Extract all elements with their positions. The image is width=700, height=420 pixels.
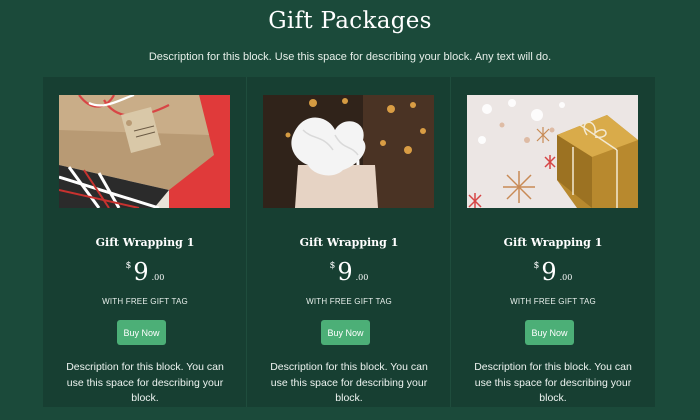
pricing-cards: Gift Wrapping 1 $9.00 WITH FREE GIFT TAG… [43, 77, 655, 407]
gift-tag-note: WITH FREE GIFT TAG [306, 297, 392, 306]
price-currency: $ [125, 261, 132, 271]
price-cents: .00 [559, 273, 573, 282]
price-amount: 9 [133, 258, 149, 286]
price-cents: .00 [151, 273, 165, 282]
card-title: Gift Wrapping 1 [95, 236, 195, 249]
price: $9.00 [451, 257, 655, 287]
card-title: Gift Wrapping 1 [299, 236, 399, 249]
gold-gift-box-image [467, 95, 638, 208]
card-description: Description for this block. You can use … [474, 361, 632, 404]
price-cents: .00 [355, 273, 369, 282]
buy-now-button[interactable]: Buy Now [525, 320, 574, 345]
price: $9.00 [247, 257, 451, 287]
gift-bag-image [263, 95, 434, 208]
gift-tag-note: WITH FREE GIFT TAG [102, 297, 188, 306]
price-amount: 9 [541, 258, 557, 286]
buy-now-button[interactable]: Buy Now [117, 320, 166, 345]
pricing-card: Gift Wrapping 1 $9.00 WITH FREE GIFT TAG… [451, 77, 655, 407]
page-title: Gift Packages [268, 8, 432, 34]
card-description: Description for this block. You can use … [270, 361, 428, 404]
gift-tag-note: WITH FREE GIFT TAG [510, 297, 596, 306]
pricing-card: Gift Wrapping 1 $9.00 WITH FREE GIFT TAG… [43, 77, 247, 407]
buy-now-button[interactable]: Buy Now [321, 320, 370, 345]
card-description: Description for this block. You can use … [66, 361, 224, 404]
card-title: Gift Wrapping 1 [503, 236, 603, 249]
price-currency: $ [329, 261, 336, 271]
pricing-card: Gift Wrapping 1 $9.00 WITH FREE GIFT TAG… [247, 77, 451, 407]
price-currency: $ [533, 261, 540, 271]
gift-wrapped-box-image [59, 95, 230, 208]
price: $9.00 [43, 257, 247, 287]
price-amount: 9 [337, 258, 353, 286]
page-subtitle: Description for this block. Use this spa… [148, 51, 552, 63]
